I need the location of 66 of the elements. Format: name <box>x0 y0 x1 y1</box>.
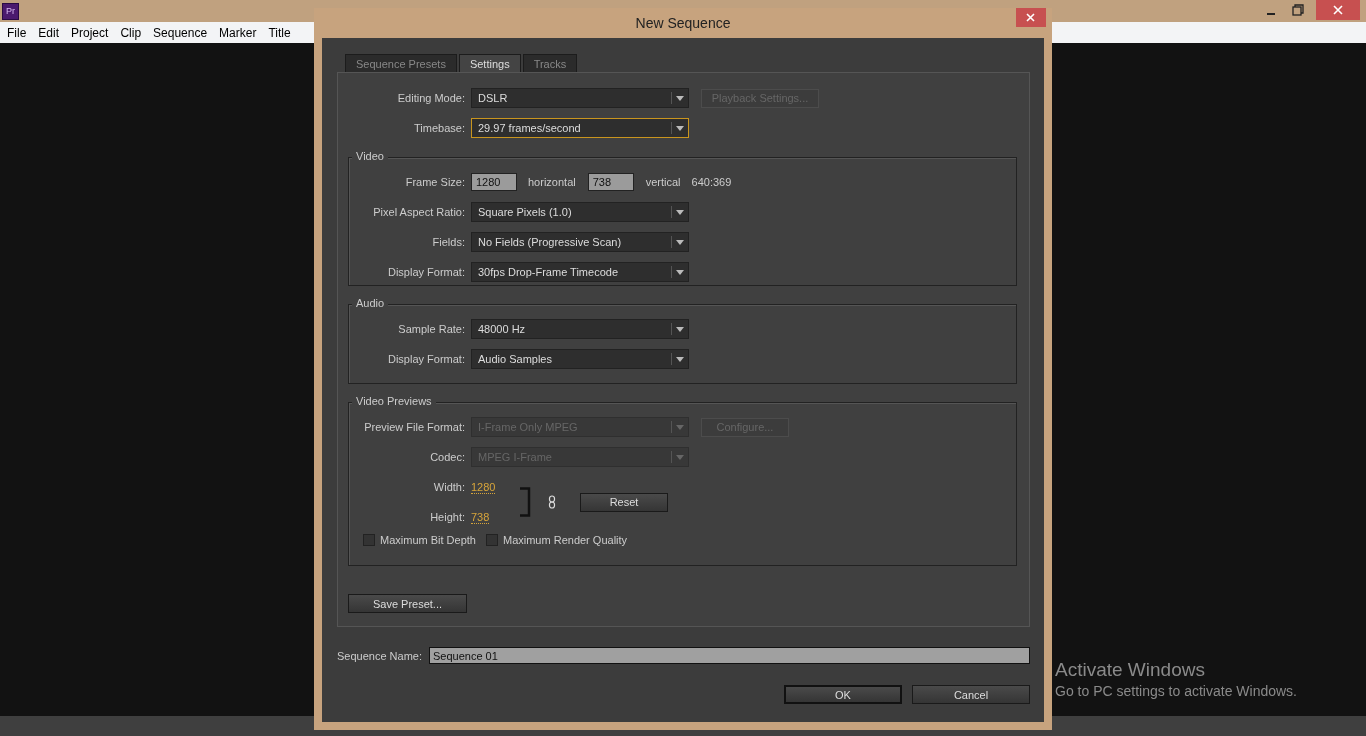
menu-item[interactable]: Marker <box>214 25 262 40</box>
caret-icon <box>676 326 684 332</box>
dropdown[interactable]: 48000 Hz <box>471 319 689 339</box>
dialog-title: New Sequence <box>635 15 731 31</box>
field-label: Frame Size: <box>404 176 465 188</box>
field-label: Pixel Aspect Ratio: <box>372 206 465 218</box>
field-label: Display Format: <box>386 353 465 365</box>
field-label: Fields: <box>431 236 465 248</box>
close-button[interactable] <box>1016 8 1046 27</box>
link-bracket <box>519 487 531 517</box>
reset-button[interactable]: Reset <box>580 492 668 512</box>
width-value[interactable]: 1280 <box>471 480 496 494</box>
field-label: Width: <box>432 481 465 493</box>
group-title: Audio <box>352 297 389 309</box>
dialog-button[interactable]: Cancel <box>912 685 1030 704</box>
caret-icon <box>676 95 684 101</box>
unit-label: horizontal <box>528 176 576 188</box>
activation-text: Go to PC settings to activate Windows. <box>1055 683 1297 699</box>
dropdown[interactable]: No Fields (Progressive Scan) <box>471 232 689 252</box>
dropdown[interactable]: 30fps Drop-Frame Timecode <box>471 262 689 282</box>
caret-icon <box>676 239 684 245</box>
field-label: Display Format: <box>386 266 465 278</box>
app-logo: Pr <box>2 2 19 20</box>
dropdown[interactable]: DSLR <box>471 88 689 108</box>
menu-item[interactable]: Clip <box>115 25 147 40</box>
aspect-ratio: 640:369 <box>691 176 732 188</box>
tab[interactable]: Sequence Presets <box>345 54 457 72</box>
field-label: Height: <box>429 511 465 523</box>
sequence-name-field[interactable]: Sequence 01 <box>429 647 1030 664</box>
dropdown[interactable]: 29.97 frames/second <box>471 118 689 138</box>
close-button[interactable] <box>1316 0 1360 20</box>
caret-icon <box>676 209 684 215</box>
checkbox[interactable] <box>363 534 375 546</box>
input-field[interactable]: 1280 <box>471 173 517 191</box>
field-label: Sample Rate: <box>397 323 465 335</box>
dropdown[interactable]: Audio Samples <box>471 349 689 369</box>
checkbox-label: Maximum Render Quality <box>503 534 628 546</box>
menu-item[interactable]: File <box>2 25 32 40</box>
tab[interactable]: Settings <box>458 54 521 72</box>
field-label: Codec: <box>429 451 465 463</box>
group-title: Video Previews <box>352 395 436 407</box>
caret-icon <box>676 356 684 362</box>
checkbox-label: Maximum Bit Depth <box>380 534 476 546</box>
menu-item[interactable]: Edit <box>33 25 65 40</box>
link-icon[interactable] <box>548 495 556 509</box>
save-preset-button[interactable]: Save Preset... <box>348 594 467 613</box>
field-label: Preview File Format: <box>363 421 465 433</box>
checkbox[interactable] <box>486 534 498 546</box>
height-value[interactable]: 738 <box>471 510 490 524</box>
field-label: Sequence Name: <box>337 649 422 662</box>
unit-label: vertical <box>645 176 681 188</box>
menu-item[interactable]: Project <box>66 25 114 40</box>
group-title: Video <box>352 150 388 162</box>
caret-icon <box>676 269 684 275</box>
dialog-button[interactable]: OK <box>784 685 902 704</box>
activation-title: Activate Windows <box>1055 659 1206 681</box>
input-field[interactable]: 738 <box>587 173 634 191</box>
caret-icon <box>676 125 684 131</box>
dropdown[interactable]: Square Pixels (1.0) <box>471 202 689 222</box>
menu-item[interactable]: Title <box>263 25 296 40</box>
menu-item[interactable]: Sequence <box>148 25 213 40</box>
field-label: Timebase: <box>413 122 465 134</box>
caret-icon <box>676 424 684 430</box>
field-label: Editing Mode: <box>396 92 465 104</box>
tab[interactable]: Tracks <box>522 54 578 72</box>
caret-icon <box>676 454 684 460</box>
